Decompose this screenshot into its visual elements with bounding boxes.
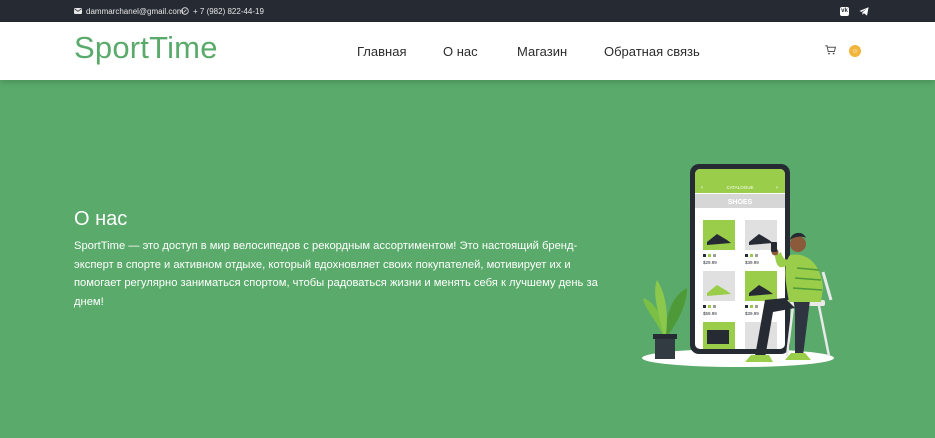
- svg-text:‹: ‹: [701, 185, 703, 191]
- nav-contact[interactable]: Обратная связь: [604, 22, 700, 80]
- about-title: О нас: [74, 208, 128, 230]
- app-section-text: SHOES: [728, 199, 753, 206]
- svg-text:›: ›: [776, 185, 778, 191]
- top-info-bar: dammarchanel@gmail.com + 7 (982) 822-44-…: [0, 0, 935, 22]
- email-text: dammarchanel@gmail.com: [86, 6, 184, 16]
- phone-icon: [181, 7, 189, 15]
- nav-about[interactable]: О нас: [443, 22, 478, 80]
- app-header-text: CATALOGUE: [726, 185, 753, 190]
- svg-text:$39.99: $39.99: [745, 260, 759, 265]
- shopping-app-illustration: CATALOGUE ‹ › SHOES $29.99 $39.99 $59.99…: [642, 164, 834, 367]
- social-links: vk: [840, 0, 869, 22]
- svg-text:$39.99: $39.99: [745, 311, 759, 316]
- nav-shop[interactable]: Магазин: [517, 22, 567, 80]
- site-header: SportTime Главная О нас Магазин Обратная…: [0, 22, 935, 80]
- phone-text: + 7 (982) 822-44-19: [193, 6, 264, 16]
- svg-text:$29.99: $29.99: [703, 260, 717, 265]
- vk-icon[interactable]: vk: [840, 6, 849, 16]
- mail-icon: [74, 8, 82, 14]
- nav-home[interactable]: Главная: [357, 22, 406, 80]
- svg-text:$59.99: $59.99: [703, 311, 717, 316]
- phone-contact[interactable]: + 7 (982) 822-44-19: [181, 0, 264, 22]
- telegram-icon[interactable]: [859, 6, 869, 16]
- site-logo[interactable]: SportTime: [74, 30, 218, 66]
- about-text: SportTime — это доступ в мир велосипедов…: [74, 240, 598, 308]
- plant-icon: [643, 280, 687, 359]
- product-tile: [703, 322, 735, 349]
- email-contact[interactable]: dammarchanel@gmail.com: [74, 0, 184, 22]
- cart-icon[interactable]: [825, 45, 836, 55]
- user-icon[interactable]: ☺: [849, 45, 861, 57]
